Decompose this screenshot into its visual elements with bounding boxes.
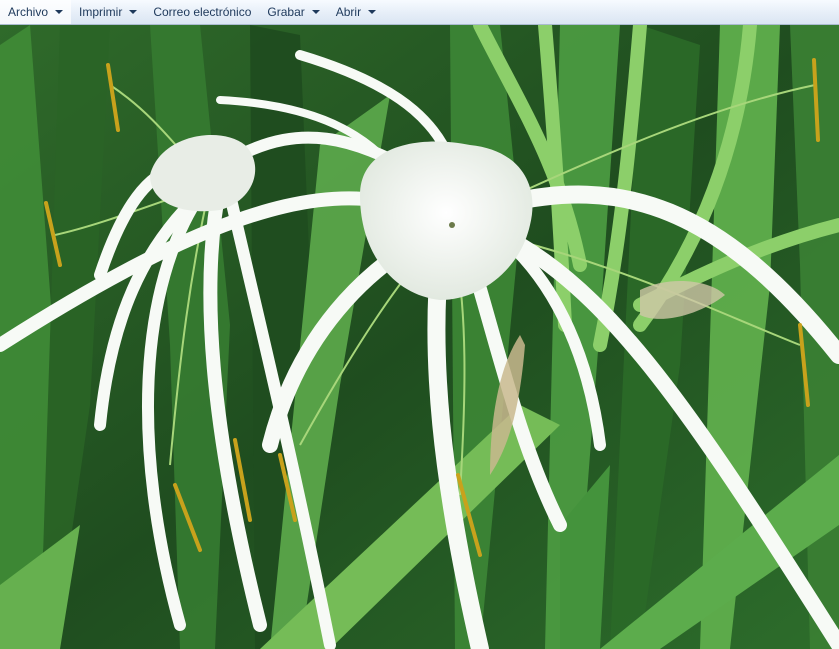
viewer-toolbar: Archivo Imprimir Correo electrónico Grab… [0, 0, 839, 25]
chevron-down-icon [55, 10, 64, 14]
grabar-menu-button[interactable]: Grabar [259, 0, 327, 24]
chevron-down-icon [368, 10, 377, 14]
imprimir-menu-button[interactable]: Imprimir [71, 0, 145, 24]
grabar-menu-label: Grabar [267, 5, 305, 19]
spider-lily-photo [0, 25, 839, 649]
correo-electronico-label: Correo electrónico [153, 5, 252, 19]
abrir-menu-button[interactable]: Abrir [328, 0, 384, 24]
chevron-down-icon [311, 10, 320, 14]
photo-viewer [0, 25, 839, 649]
flower-center [449, 222, 455, 228]
archivo-menu-label: Archivo [8, 5, 49, 19]
imprimir-menu-label: Imprimir [79, 5, 123, 19]
chevron-down-icon [129, 10, 138, 14]
archivo-menu-button[interactable]: Archivo [0, 0, 72, 24]
abrir-menu-label: Abrir [335, 5, 362, 19]
correo-electronico-button[interactable]: Correo electrónico [145, 0, 259, 24]
